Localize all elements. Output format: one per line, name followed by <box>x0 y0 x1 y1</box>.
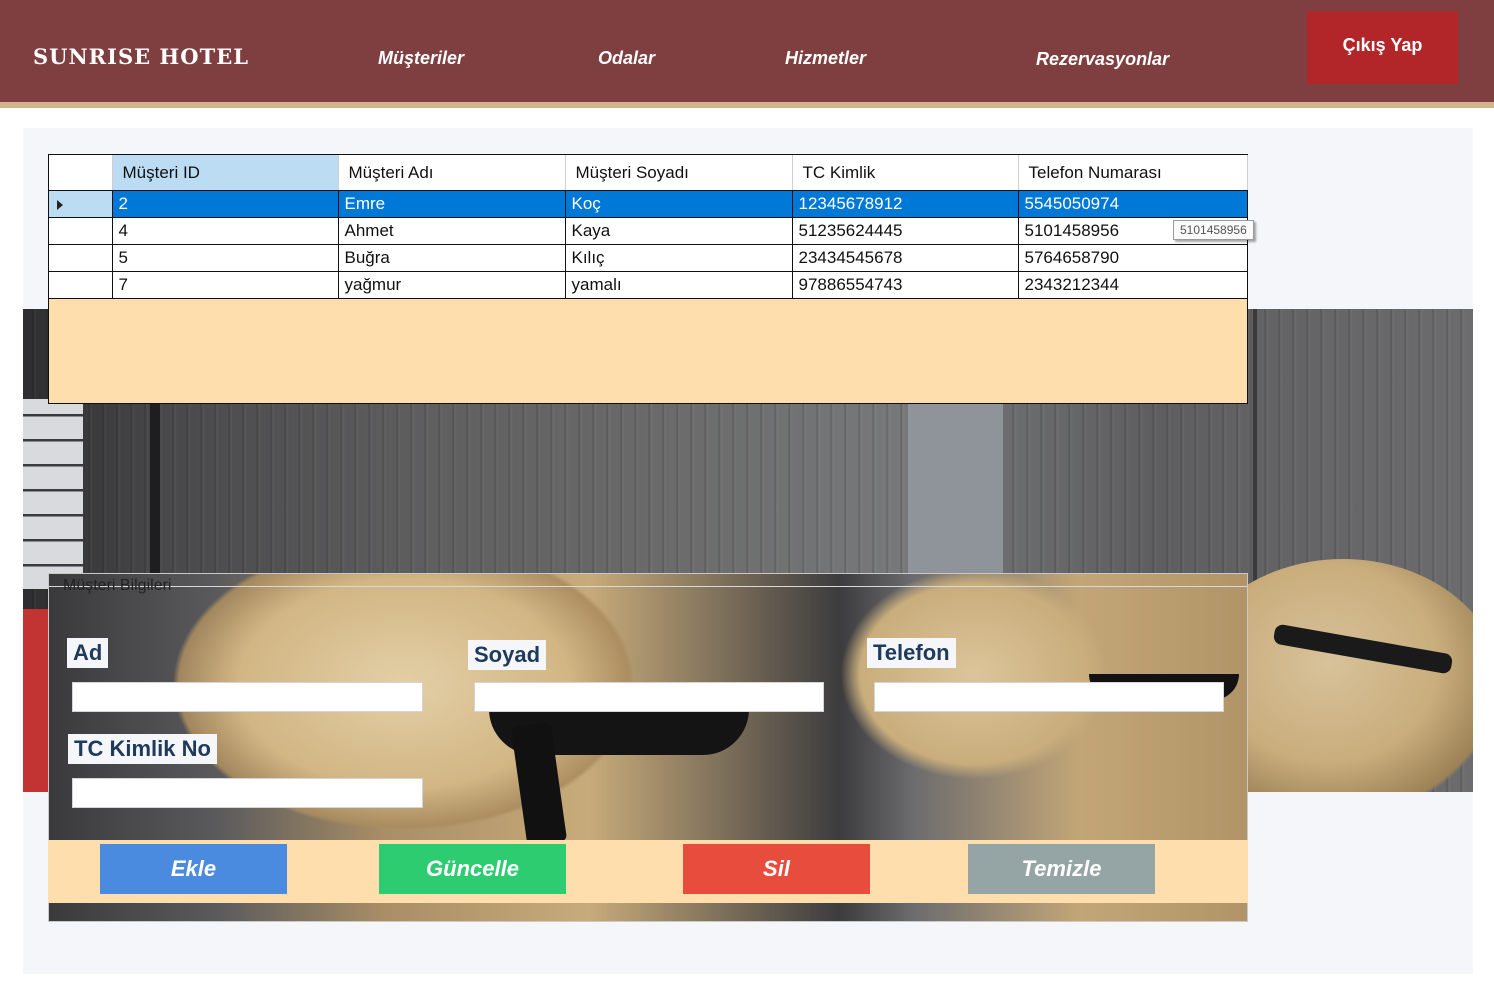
cell-id[interactable]: 5 <box>112 244 339 272</box>
cell-surname[interactable]: Kaya <box>565 217 793 245</box>
app-header: SUNRISE HOTEL Müşteriler Odalar Hizmetle… <box>0 0 1494 102</box>
cell-id[interactable]: 7 <box>112 271 339 299</box>
current-row-arrow-icon <box>57 200 63 210</box>
column-header-phone[interactable]: Telefon Numarası <box>1018 155 1248 191</box>
column-header-name[interactable]: Müşteri Adı <box>338 155 566 191</box>
cell-surname[interactable]: Koç <box>565 190 793 218</box>
tc-kimlik-label: TC Kimlik No <box>68 734 217 764</box>
row-selector[interactable] <box>49 271 113 299</box>
groupbox-border <box>49 586 1247 587</box>
clear-button[interactable]: Temizle <box>968 844 1155 894</box>
table-row[interactable]: 2 Emre Koç 12345678912 5545050974 <box>49 190 1248 218</box>
soyad-input[interactable] <box>474 682 824 712</box>
ad-input[interactable] <box>72 682 423 712</box>
column-header-surname[interactable]: Müşteri Soyadı <box>565 155 793 191</box>
cell-tc[interactable]: 12345678912 <box>792 190 1019 218</box>
column-header-id[interactable]: Müşteri ID <box>112 155 339 191</box>
cell-surname[interactable]: yamalı <box>565 271 793 299</box>
photo-window <box>23 399 83 589</box>
tc-kimlik-input[interactable] <box>72 778 423 808</box>
brand-logo: SUNRISE HOTEL <box>33 44 249 69</box>
cell-tc[interactable]: 23434545678 <box>792 244 1019 272</box>
cell-tc[interactable]: 51235624445 <box>792 217 1019 245</box>
cell-name[interactable]: Emre <box>338 190 566 218</box>
row-selector[interactable] <box>49 190 113 218</box>
row-selector[interactable] <box>49 244 113 272</box>
nav-odalar[interactable]: Odalar <box>598 48 655 69</box>
header-divider <box>0 102 1494 108</box>
customer-table: Müşteri ID Müşteri Adı Müşteri Soyadı TC… <box>49 155 1248 299</box>
soyad-label: Soyad <box>468 640 547 670</box>
cell-phone[interactable]: 5764658790 <box>1018 244 1248 272</box>
cell-tooltip: 5101458956 <box>1173 220 1254 240</box>
cell-surname[interactable]: Kılıç <box>565 244 793 272</box>
table-row[interactable]: 4 Ahmet Kaya 51235624445 5101458956 <box>49 217 1248 245</box>
cell-tc[interactable]: 97886554743 <box>792 271 1019 299</box>
customer-grid[interactable]: Müşteri ID Müşteri Adı Müşteri Soyadı TC… <box>48 154 1248 404</box>
add-button[interactable]: Ekle <box>100 844 287 894</box>
update-button[interactable]: Güncelle <box>379 844 566 894</box>
telefon-label: Telefon <box>867 638 956 668</box>
table-header-row: Müşteri ID Müşteri Adı Müşteri Soyadı TC… <box>49 155 1248 191</box>
row-selector[interactable] <box>49 217 113 245</box>
column-header-tc[interactable]: TC Kimlik <box>792 155 1019 191</box>
cell-name[interactable]: Ahmet <box>338 217 566 245</box>
table-row[interactable]: 5 Buğra Kılıç 23434545678 5764658790 <box>49 244 1248 272</box>
cell-phone[interactable]: 2343212344 <box>1018 271 1248 299</box>
cell-phone[interactable]: 5545050974 <box>1018 190 1248 218</box>
table-row[interactable]: 7 yağmur yamalı 97886554743 2343212344 <box>49 271 1248 299</box>
cell-name[interactable]: Buğra <box>338 244 566 272</box>
groupbox-legend: Müşteri Bilgileri <box>63 577 172 594</box>
cell-id[interactable]: 2 <box>112 190 339 218</box>
nav-rezervasyonlar[interactable]: Rezervasyonlar <box>1036 49 1169 70</box>
nav-hizmetler[interactable]: Hizmetler <box>785 48 866 69</box>
ad-label: Ad <box>67 638 109 668</box>
logout-button[interactable]: Çıkış Yap <box>1307 11 1458 84</box>
cell-id[interactable]: 4 <box>112 217 339 245</box>
telefon-input[interactable] <box>874 682 1224 712</box>
cell-name[interactable]: yağmur <box>338 271 566 299</box>
row-header-corner[interactable] <box>49 155 113 191</box>
nav-musteriler[interactable]: Müşteriler <box>378 48 464 69</box>
delete-button[interactable]: Sil <box>683 844 870 894</box>
